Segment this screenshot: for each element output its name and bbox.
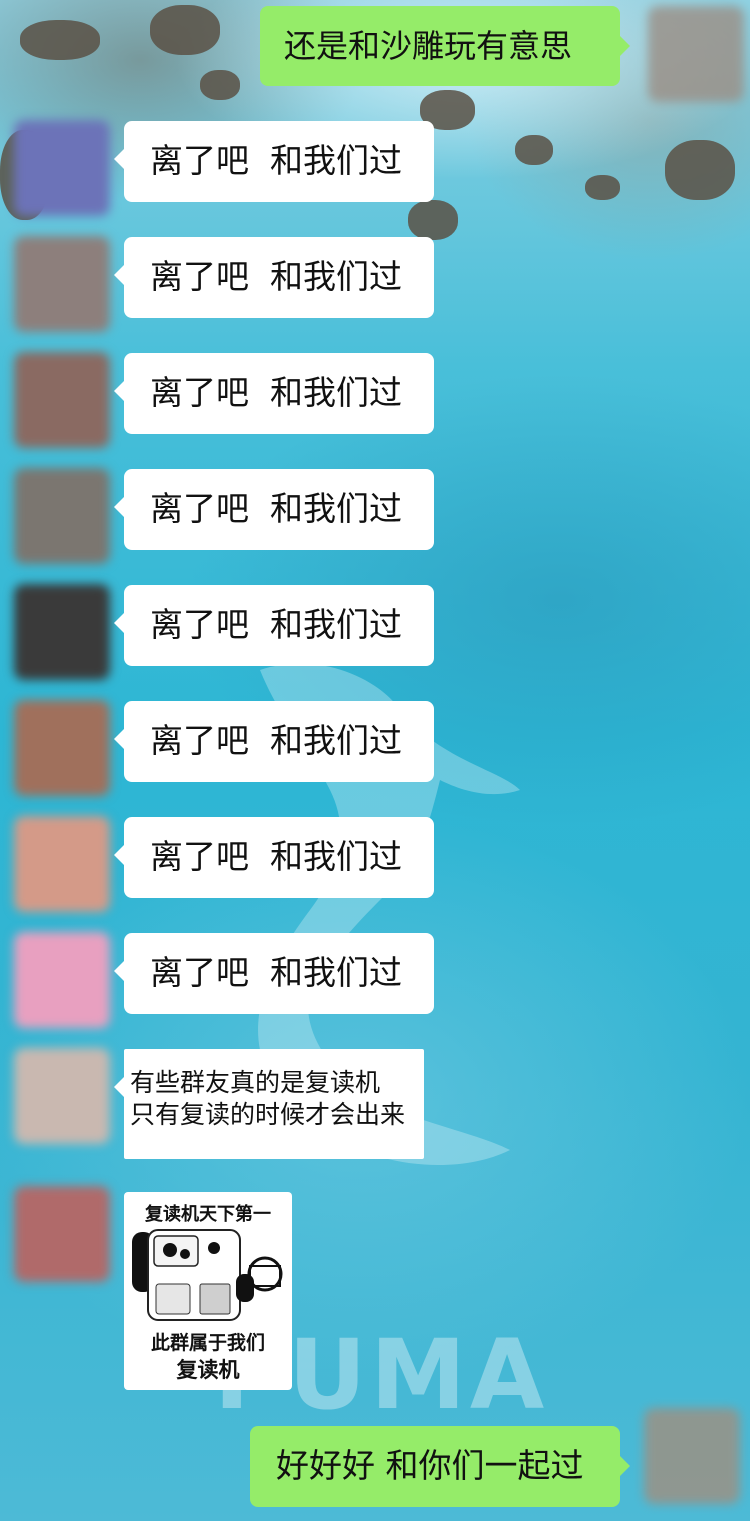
message-text: 离了吧 和我们过: [150, 605, 402, 644]
received-message-bubble[interactable]: 离了吧 和我们过: [114, 237, 434, 318]
member-avatar[interactable]: [14, 700, 110, 796]
sent-message-bubble[interactable]: 还是和沙雕玩有意思: [260, 6, 630, 86]
sticker-message[interactable]: 复读机天下第一 此群属于我们 复读机: [124, 1192, 292, 1390]
message-text: 好好好 和你们一起过: [276, 1446, 584, 1485]
member-avatar[interactable]: [14, 120, 110, 216]
member-avatar[interactable]: [14, 1048, 110, 1144]
message-text: 离了吧 和我们过: [150, 837, 402, 876]
my-avatar[interactable]: [648, 6, 744, 102]
my-avatar[interactable]: [644, 1408, 740, 1504]
rock-shape: [585, 175, 620, 200]
panda-tape-recorder-icon: [132, 1229, 283, 1321]
rock-shape: [20, 20, 100, 60]
message-text: 离了吧 和我们过: [150, 257, 402, 296]
message-text: 离了吧 和我们过: [150, 953, 402, 992]
sent-message-bubble[interactable]: 好好好 和你们一起过: [250, 1426, 630, 1507]
received-message-bubble[interactable]: 离了吧 和我们过: [114, 817, 434, 898]
member-avatar[interactable]: [14, 236, 110, 332]
message-text: 还是和沙雕玩有意思: [284, 27, 573, 65]
sticker-caption-top: 复读机天下第一: [145, 1204, 271, 1225]
message-text: 离了吧 和我们过: [150, 489, 402, 528]
received-message-bubble[interactable]: 离了吧 和我们过: [114, 353, 434, 434]
member-avatar[interactable]: [14, 816, 110, 912]
sticker-caption-line1: 此群属于我们: [150, 1332, 265, 1354]
received-message-bubble[interactable]: 离了吧 和我们过: [114, 469, 434, 550]
received-message-bubble[interactable]: 离了吧 和我们过: [114, 585, 434, 666]
member-avatar[interactable]: [14, 468, 110, 564]
member-avatar[interactable]: [14, 352, 110, 448]
message-text: 离了吧 和我们过: [150, 721, 402, 760]
received-message-bubble[interactable]: 有些群友真的是复读机 只有复读的时候才会出来: [114, 1049, 424, 1159]
message-text: 有些群友真的是复读机 只有复读的时候才会出来: [130, 1068, 406, 1129]
rock-shape: [665, 140, 735, 200]
member-avatar[interactable]: [14, 932, 110, 1028]
rock-shape: [408, 200, 458, 240]
received-message-bubble[interactable]: 离了吧 和我们过: [114, 701, 434, 782]
received-message-bubble[interactable]: 离了吧 和我们过: [114, 121, 434, 202]
received-message-bubble[interactable]: 离了吧 和我们过: [114, 933, 434, 1014]
message-text: 离了吧 和我们过: [150, 141, 402, 180]
rock-shape: [515, 135, 553, 165]
rock-shape: [200, 70, 240, 100]
message-text: 离了吧 和我们过: [150, 373, 402, 412]
sticker-caption-line2: 复读机: [176, 1358, 240, 1382]
member-avatar[interactable]: [14, 1186, 110, 1282]
rock-shape: [150, 5, 220, 55]
member-avatar[interactable]: [14, 584, 110, 680]
